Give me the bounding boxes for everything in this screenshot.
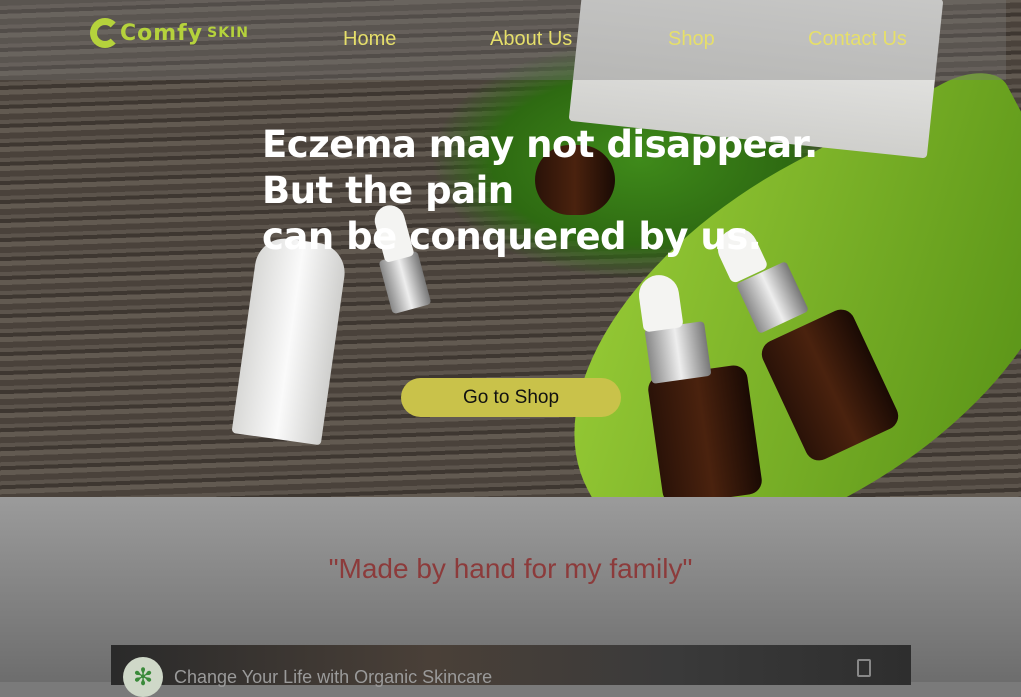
hero-headline: Eczema may not disappear. But the pain c… <box>262 122 818 260</box>
video-title[interactable]: Change Your Life with Organic Skincare <box>174 667 492 688</box>
nav-contact-us[interactable]: Contact Us <box>808 28 907 51</box>
channel-avatar-icon[interactable]: ✻ <box>123 657 163 697</box>
nav-about-us[interactable]: About Us <box>490 28 572 51</box>
headline-line: can be conquered by us. <box>262 215 762 258</box>
headline-line: Eczema may not disappear. <box>262 123 818 166</box>
logo-swirl-icon <box>90 18 120 48</box>
hero-banner: Comfy SKIN Home About Us Shop Contact Us… <box>0 0 1021 497</box>
about-section: "Made by hand for my family" ✻ Change Yo… <box>0 497 1021 697</box>
copy-link-icon[interactable] <box>857 659 871 677</box>
cream-tube-image <box>231 234 349 446</box>
nav-home[interactable]: Home <box>343 28 396 51</box>
bottle-image <box>646 363 764 497</box>
top-nav: Comfy SKIN Home About Us Shop Contact Us <box>0 0 1006 80</box>
quote-heading: "Made by hand for my family" <box>328 553 693 584</box>
headline-line: But the pain <box>262 169 514 212</box>
nav-shop[interactable]: Shop <box>668 28 715 51</box>
go-to-shop-button[interactable]: Go to Shop <box>401 378 621 417</box>
video-player[interactable]: ✻ Change Your Life with Organic Skincare <box>111 645 911 697</box>
logo-subtext: SKIN <box>207 25 249 41</box>
logo[interactable]: Comfy SKIN <box>90 18 249 48</box>
logo-text: Comfy <box>120 20 204 46</box>
